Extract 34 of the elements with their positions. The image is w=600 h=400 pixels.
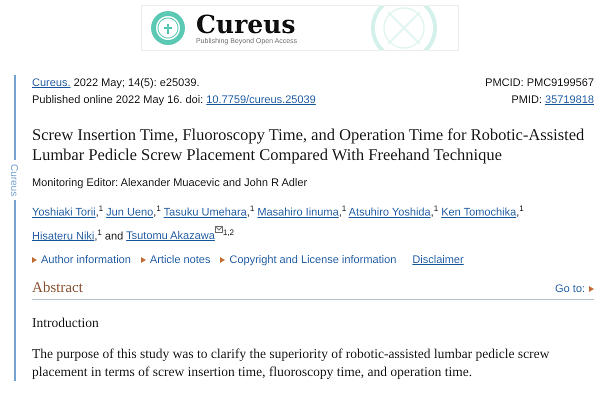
author-link[interactable]: Tsutomu Akazawa xyxy=(126,230,223,242)
triangle-icon xyxy=(140,257,146,264)
citation-text: Cureus. 2022 May; 14(5): e25039. xyxy=(32,76,200,91)
text-link[interactable]: Disclaimer xyxy=(412,254,464,266)
author-list: Yoshiaki Torii,$^{1}$ Jun Ueno,$^{1}$ Tasuku Umehara,$^{1}$ Masahiro Iinuma,$^{1}$ Atsuhiro Yoshida,$^{1}$ Ken Tomochika,$^{1}$ Hisateru Niki,$^{1}$ and Tsutomu Akazawa $^{1,2}$ xyxy=(32,199,594,246)
abstract-heading: Abstract xyxy=(32,280,83,298)
pmid-text: PMID: 35719818 xyxy=(511,93,594,108)
expand-link[interactable]: Copyright and License information xyxy=(220,254,396,266)
author-link[interactable]: Yoshiaki Torii xyxy=(32,206,96,219)
expand-link[interactable]: Author information xyxy=(32,254,131,266)
author-link[interactable]: Jun Ueno xyxy=(106,206,154,219)
seal-icon xyxy=(150,10,186,46)
triangle-icon xyxy=(220,257,226,264)
monitoring-editor: Monitoring Editor: Alexander Muacevic and John R Adler xyxy=(32,177,308,189)
author-link[interactable]: Hisateru Niki xyxy=(32,230,94,242)
abstract-paragraph: The purpose of this study was to clarify the superiority of robotic-assisted lumbar pedicle screw placement in terms of screw insertion time, fluoroscopy time, and operation time. xyxy=(32,345,550,382)
article-title: Screw Insertion Time, Fluoroscopy Time, and Operation Time for Robotic-Assisted Lumbar Pedicle Screw Placement Compared With Freehand Technique xyxy=(32,125,586,165)
pmid-link[interactable]: 35719818 xyxy=(545,94,594,106)
journal-side-label: Cureus xyxy=(8,160,19,200)
triangle-icon xyxy=(32,257,37,264)
pmcid-text: PMCID: PMC9199567 xyxy=(485,76,594,91)
triangle-icon xyxy=(589,286,594,292)
goto-link[interactable]: Go to: xyxy=(555,283,594,296)
doi-link[interactable]: 10.7759/cureus.25039 xyxy=(206,94,316,106)
published-text: Published online 2022 May 16. doi: 10.7759/cureus.25039 xyxy=(32,93,316,108)
logo-text: Cureus xyxy=(196,12,296,38)
email-icon[interactable] xyxy=(214,226,223,234)
author-link[interactable]: Tasuku Umehara xyxy=(164,206,247,219)
author-link[interactable]: Ken Tomochika xyxy=(441,206,516,219)
expand-link[interactable]: Article notes xyxy=(140,254,210,266)
author-link[interactable]: Masahiro Iinuma xyxy=(257,206,339,219)
author-link[interactable]: Atsuhiro Yoshida xyxy=(348,206,431,219)
journal-link[interactable]: Cureus. xyxy=(32,77,71,89)
section-subheading: Introduction xyxy=(32,315,100,332)
